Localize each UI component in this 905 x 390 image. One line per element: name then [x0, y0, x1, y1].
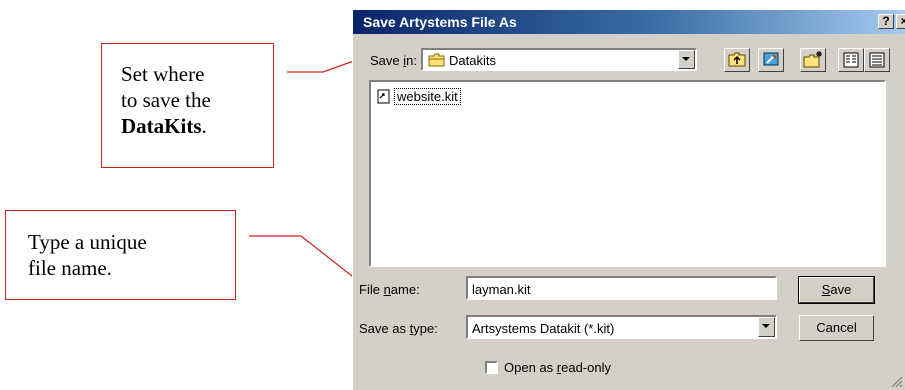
save-dialog: Save Artystems File As ? × Save in: Data… — [352, 9, 905, 390]
read-only-option[interactable]: Open as read-only — [485, 360, 611, 375]
file-shortcut-icon — [377, 89, 390, 104]
save-as-type-value: Artsystems Datakit (*.kit) — [472, 321, 615, 336]
read-only-label: Open as read-only — [504, 360, 611, 375]
file-name-input[interactable]: layman.kit — [466, 276, 777, 300]
callout-save-location-line2: to save the — [121, 88, 211, 112]
save-as-type-label: Save as type: — [359, 321, 438, 336]
close-button[interactable]: × — [896, 14, 905, 29]
file-list[interactable]: website.kit — [369, 80, 886, 267]
dialog-title: Save Artystems File As — [363, 14, 517, 30]
file-item-website-kit[interactable]: website.kit — [377, 88, 461, 105]
leader-line-file-name — [249, 235, 367, 288]
save-in-dropdown-arrow[interactable] — [678, 50, 695, 69]
list-view-icon — [843, 52, 859, 68]
title-bar[interactable]: Save Artystems File As ? × — [353, 10, 905, 34]
save-in-label: Save in: — [370, 53, 417, 68]
save-in-value: Datakits — [449, 53, 496, 68]
file-name-label: File name: — [359, 282, 420, 297]
save-in-dropdown[interactable]: Datakits — [421, 48, 697, 71]
help-button[interactable]: ? — [878, 14, 894, 29]
folder-icon — [428, 53, 445, 70]
cancel-button[interactable]: Cancel — [799, 315, 874, 341]
callout-save-location-suffix: . — [201, 114, 207, 138]
up-folder-button[interactable] — [724, 48, 750, 72]
save-button[interactable]: Save — [798, 276, 875, 304]
callout-save-location-line1: Set where — [121, 62, 205, 86]
callout-file-name-line2: file name. — [28, 256, 112, 280]
new-folder-button[interactable] — [800, 48, 826, 72]
save-as-type-dropdown[interactable]: Artsystems Datakit (*.kit) — [466, 315, 777, 339]
details-view-icon — [869, 52, 885, 68]
callout-save-location-bold: DataKits — [121, 114, 202, 138]
file-item-name: website.kit — [394, 88, 461, 105]
leader-line-save-location — [287, 57, 363, 73]
desktop-button[interactable] — [758, 48, 784, 72]
details-view-button[interactable] — [864, 48, 890, 72]
list-view-button[interactable] — [838, 48, 864, 72]
resize-grip-icon[interactable] — [889, 374, 903, 388]
up-folder-icon — [728, 52, 746, 67]
desktop-icon — [763, 52, 779, 66]
callout-file-name: Type a unique file name. — [5, 210, 236, 300]
callout-save-location: Set where to save the DataKits. — [101, 43, 274, 168]
file-name-value: layman.kit — [472, 282, 531, 297]
new-folder-icon — [803, 51, 822, 68]
callout-file-name-line1: Type a unique — [28, 230, 147, 254]
read-only-checkbox[interactable] — [485, 361, 498, 374]
save-as-type-dropdown-arrow[interactable] — [758, 317, 775, 337]
